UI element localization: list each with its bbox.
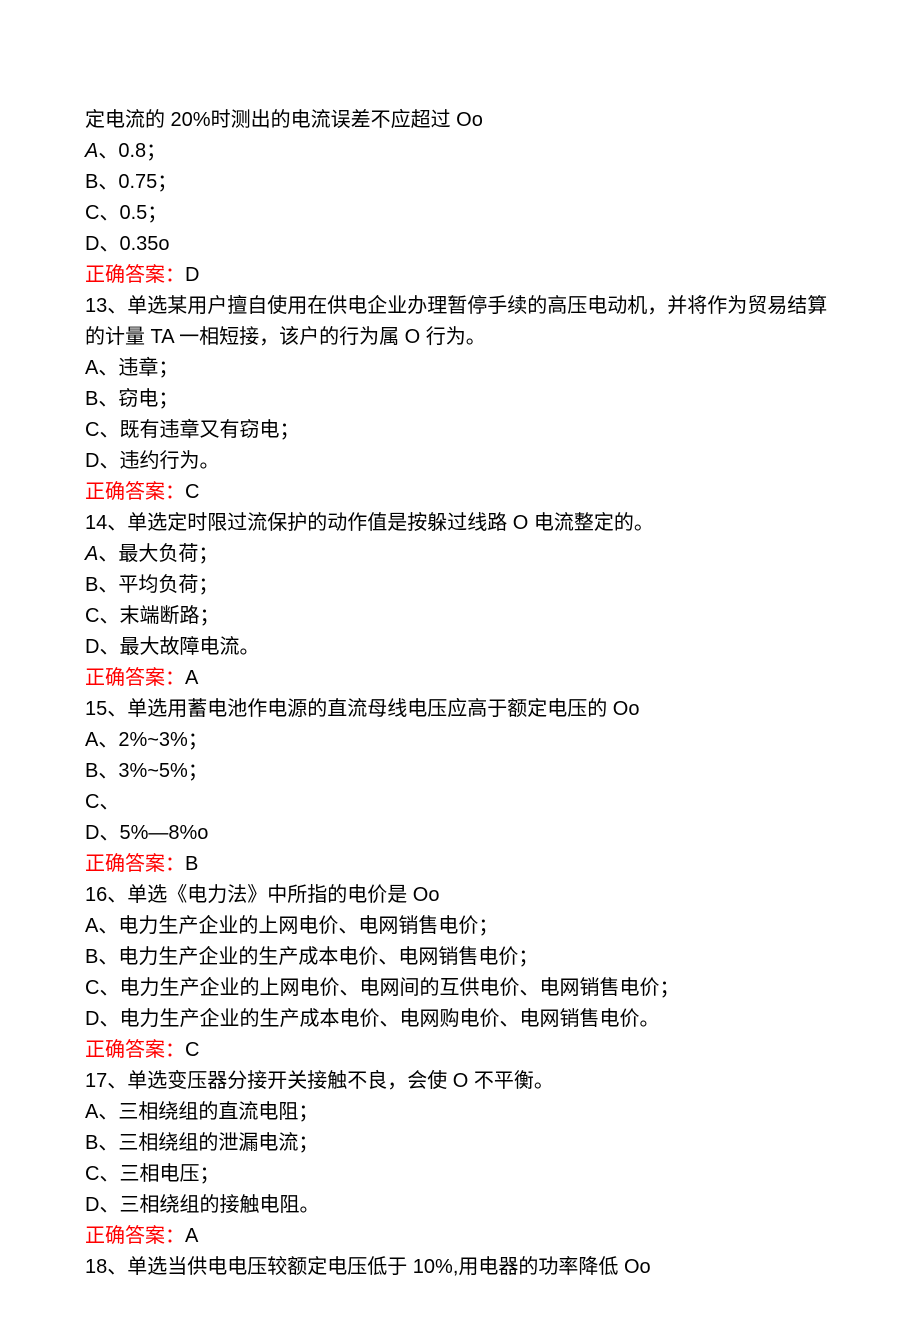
text-line: 15、单选用蓄电池作电源的直流母线电压应高于额定电压的 Oo [85, 694, 835, 725]
answer-label: 正确答案： [85, 1039, 185, 1061]
text-line: 13、单选某用户擅自使用在供电企业办理暂停手续的高压电动机，并将作为贸易结算的计… [85, 291, 835, 353]
answer-value: A [185, 1225, 198, 1247]
text-line: D、0.35o [85, 229, 835, 260]
text-line: B、0.75； [85, 167, 835, 198]
text-line: 正确答案：C [85, 477, 835, 508]
text-line: D、违约行为。 [85, 446, 835, 477]
text-line: 18、单选当供电电压较额定电压低于 10%,用电器的功率降低 Oo [85, 1252, 835, 1283]
text-line: A、0.8； [85, 136, 835, 167]
text-line: 14、单选定时限过流保护的动作值是按躲过线路 O 电流整定的。 [85, 508, 835, 539]
answer-value: D [185, 264, 199, 286]
text-line: B、电力生产企业的生产成本电价、电网销售电价； [85, 942, 835, 973]
text-line: 17、单选变压器分接开关接触不良，会使 O 不平衡。 [85, 1066, 835, 1097]
option-text: 、0.8； [98, 140, 166, 162]
text-line: A、最大负荷； [85, 539, 835, 570]
text-line: 正确答案：C [85, 1035, 835, 1066]
answer-value: C [185, 481, 199, 503]
text-line: A、电力生产企业的上网电价、电网销售电价； [85, 911, 835, 942]
text-line: D、5%—8%o [85, 818, 835, 849]
answer-value: B [185, 853, 198, 875]
text-line: B、3%~5%； [85, 756, 835, 787]
text-line: A、2%~3%； [85, 725, 835, 756]
text-line: D、三相绕组的接触电阻。 [85, 1190, 835, 1221]
text-line: 正确答案：B [85, 849, 835, 880]
text-line: D、最大故障电流。 [85, 632, 835, 663]
text-line: B、平均负荷； [85, 570, 835, 601]
text-line: B、窃电； [85, 384, 835, 415]
text-line: C、电力生产企业的上网电价、电网间的互供电价、电网销售电价； [85, 973, 835, 1004]
text-line: 定电流的 20%时测出的电流误差不应超过 Oo [85, 105, 835, 136]
text-line: 正确答案：D [85, 260, 835, 291]
answer-label: 正确答案： [85, 667, 185, 689]
text-line: D、电力生产企业的生产成本电价、电网购电价、电网销售电价。 [85, 1004, 835, 1035]
text-line: A、违章； [85, 353, 835, 384]
option-text: 、最大负荷； [98, 543, 218, 565]
text-line: C、既有违章又有窃电； [85, 415, 835, 446]
text-line: C、末端断路； [85, 601, 835, 632]
option-prefix: A [85, 140, 98, 162]
text-line: C、0.5； [85, 198, 835, 229]
text-line: C、三相电压； [85, 1159, 835, 1190]
text-line: 正确答案：A [85, 1221, 835, 1252]
answer-label: 正确答案： [85, 1225, 185, 1247]
text-line: A、三相绕组的直流电阻； [85, 1097, 835, 1128]
answer-label: 正确答案： [85, 481, 185, 503]
text-line: B、三相绕组的泄漏电流； [85, 1128, 835, 1159]
text-line: C、 [85, 787, 835, 818]
answer-value: A [185, 667, 198, 689]
option-prefix: A [85, 543, 98, 565]
document-page: 定电流的 20%时测出的电流误差不应超过 OoA、0.8；B、0.75；C、0.… [0, 0, 920, 1343]
answer-label: 正确答案： [85, 264, 185, 286]
answer-value: C [185, 1039, 199, 1061]
answer-label: 正确答案： [85, 853, 185, 875]
text-line: 正确答案：A [85, 663, 835, 694]
text-line: 16、单选《电力法》中所指的电价是 Oo [85, 880, 835, 911]
